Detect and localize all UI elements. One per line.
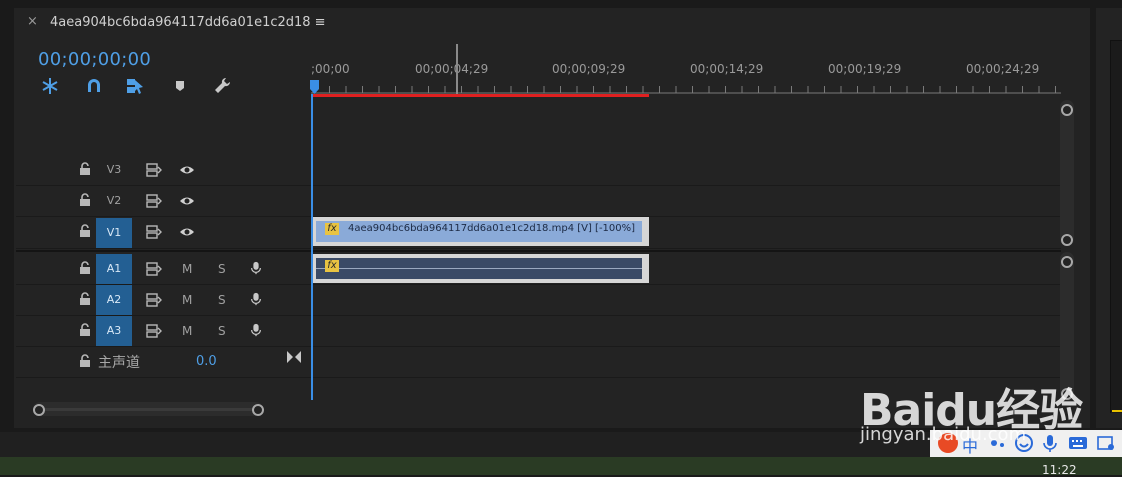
taskbar	[0, 457, 1122, 475]
video-tracks-scrollbar[interactable]	[1060, 100, 1074, 246]
settings-icon[interactable]	[1096, 433, 1116, 453]
track-target-v1[interactable]: V1	[96, 218, 132, 248]
sync-lock-icon[interactable]	[146, 324, 162, 338]
track-row-v3	[16, 154, 1061, 186]
eye-icon[interactable]	[179, 194, 195, 208]
track-target-a2[interactable]: A2	[96, 285, 132, 315]
fx-badge: fx	[325, 223, 339, 235]
playhead-timecode[interactable]: 00;00;00;00	[38, 49, 151, 70]
sync-lock-icon[interactable]	[146, 225, 162, 239]
ruler-tick-label: 00;00;04;29	[415, 62, 489, 76]
snap-insert-icon[interactable]	[40, 76, 60, 96]
eye-icon[interactable]	[179, 225, 195, 239]
audio-meter-level	[1112, 410, 1122, 412]
sync-lock-icon[interactable]	[146, 262, 162, 276]
microphone-icon[interactable]	[248, 323, 264, 337]
sync-lock-icon[interactable]	[146, 293, 162, 307]
track-row-v2	[16, 185, 1061, 217]
audio-meter	[1110, 40, 1122, 413]
wrench-icon[interactable]	[212, 76, 232, 96]
video-audio-divider	[16, 250, 1061, 252]
ruler-tick-label: ;00;00	[311, 62, 350, 76]
video-clip-label: 4aea904bc6bda964117dd6a01e1c2d18.mp4 [V]…	[348, 223, 636, 234]
solo-button[interactable]: S	[218, 262, 226, 276]
playhead-handle[interactable]	[310, 80, 319, 94]
solo-button[interactable]: S	[218, 324, 226, 338]
ruler-tick-label: 00;00;09;29	[552, 62, 626, 76]
add-marker-icon[interactable]	[170, 76, 190, 96]
track-target-v3[interactable]: V3	[96, 155, 132, 185]
ruler-tick-label: 00;00;14;29	[690, 62, 764, 76]
track-row-a2	[16, 284, 1061, 316]
scroll-handle[interactable]	[1061, 104, 1073, 116]
linked-selection-icon[interactable]	[125, 76, 145, 96]
microphone-icon[interactable]	[248, 292, 264, 306]
lock-icon[interactable]	[79, 162, 91, 176]
lock-icon[interactable]	[79, 261, 91, 275]
magnet-icon[interactable]	[84, 76, 104, 96]
in-out-marker	[456, 44, 458, 94]
eye-icon[interactable]	[179, 163, 195, 177]
zoom-handle-left[interactable]	[33, 404, 45, 416]
track-target-a3[interactable]: A3	[96, 316, 132, 346]
zoom-scrollbar-track	[39, 408, 257, 411]
go-to-in-out-icon[interactable]	[286, 350, 302, 364]
video-clip[interactable]: fx 4aea904bc6bda964117dd6a01e1c2d18.mp4 …	[313, 217, 649, 246]
close-tab-button[interactable]: ×	[27, 14, 38, 29]
mute-button[interactable]: M	[182, 293, 192, 307]
lock-icon[interactable]	[79, 292, 91, 306]
track-row-a3	[16, 315, 1061, 347]
ruler-tick-label: 00;00;19;29	[828, 62, 902, 76]
sync-lock-icon[interactable]	[146, 194, 162, 208]
fx-badge: fx	[325, 260, 339, 272]
sequence-tab-title[interactable]: 4aea904bc6bda964117dd6a01e1c2d18 ≡	[50, 15, 326, 30]
scroll-handle[interactable]	[1061, 234, 1073, 246]
solo-button[interactable]: S	[218, 293, 226, 307]
master-volume-value[interactable]: 0.0	[196, 354, 217, 369]
track-target-a1[interactable]: A1	[96, 254, 132, 284]
lock-icon[interactable]	[79, 224, 91, 238]
mute-button[interactable]: M	[182, 324, 192, 338]
render-bar	[313, 94, 649, 97]
mute-button[interactable]: M	[182, 262, 192, 276]
ruler-tick-label: 00;00;24;29	[966, 62, 1040, 76]
lock-icon[interactable]	[79, 323, 91, 337]
scroll-handle[interactable]	[1061, 256, 1073, 268]
microphone-icon[interactable]	[248, 261, 264, 275]
zoom-handle-right[interactable]	[252, 404, 264, 416]
track-target-v2[interactable]: V2	[96, 186, 132, 216]
sync-lock-icon[interactable]	[146, 163, 162, 177]
audio-clip[interactable]: fx	[313, 254, 649, 283]
playhead-line[interactable]	[311, 94, 313, 400]
master-track-label: 主声道	[98, 355, 140, 371]
lock-icon[interactable]	[79, 354, 91, 368]
watermark-url: jingyan.baidu.com	[860, 424, 1027, 445]
lock-icon[interactable]	[79, 193, 91, 207]
